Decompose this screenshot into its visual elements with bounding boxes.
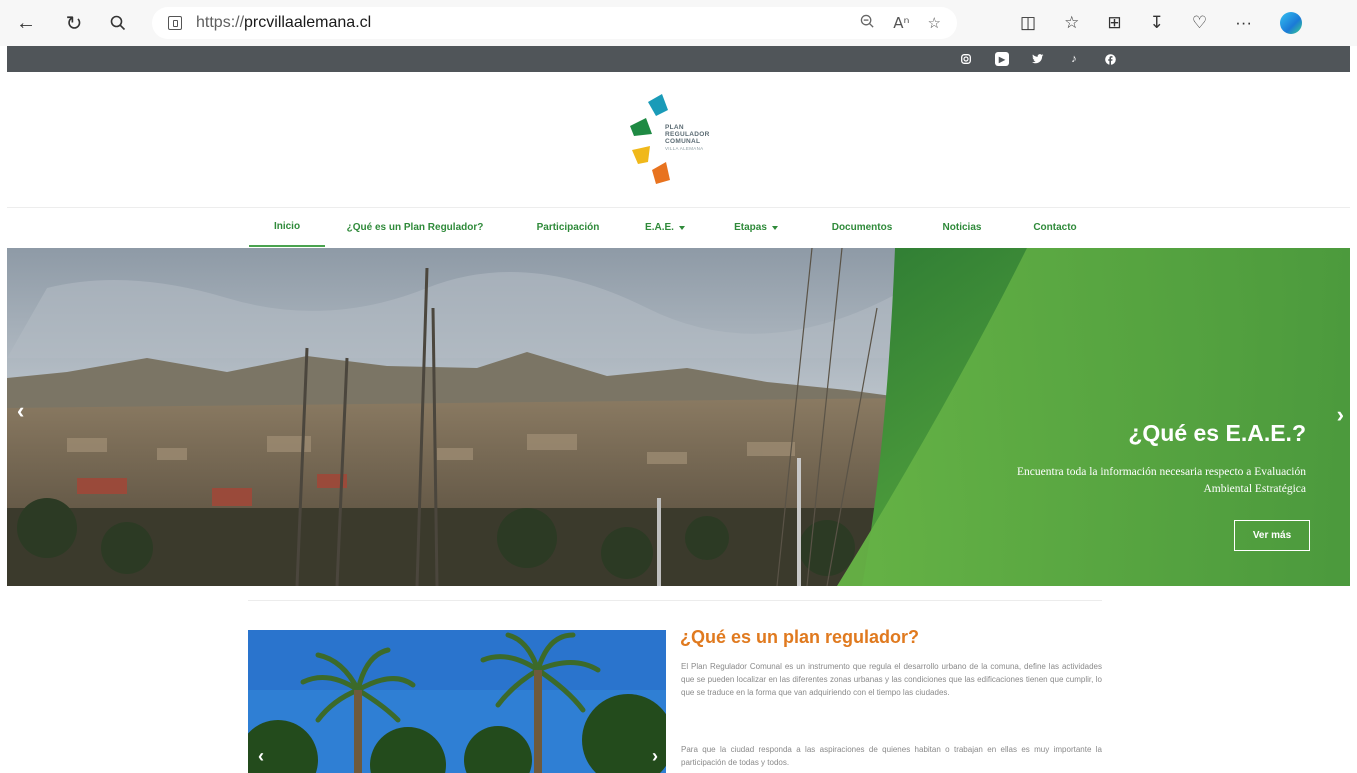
favorite-star-icon[interactable]: ☆ [928,14,941,32]
search-icon[interactable] [102,7,134,39]
nav-item-documentos[interactable]: Documentos [822,208,902,247]
ver-mas-button[interactable]: Ver más [1234,520,1310,551]
logo-line-1: PLAN [665,124,684,131]
logo-wordmark: PLAN REGULADOR COMUNAL VILLA ALEMANA [665,124,710,152]
back-arrow-icon[interactable]: ← [10,7,42,39]
browser-toolbar: ← ↻ https://prcvillaalemana.cl Aⁿ ☆ ◫ ☆ … [0,0,1357,46]
nav-label: Documentos [831,222,893,233]
tiktok-icon[interactable]: ♪ [1067,52,1081,66]
nav-item-contacto[interactable]: Contacto [1022,208,1088,247]
nav-item-inicio[interactable]: Inicio [249,208,325,247]
nav-label: Inicio [273,221,301,232]
plan-regulador-paragraph-1: El Plan Regulador Comunal es un instrume… [681,662,1102,697]
social-bar: ▶ ♪ [7,46,1350,72]
hero-next-arrow[interactable]: › [1337,402,1344,428]
chevron-down-icon [678,225,685,230]
logo-line-3: COMUNAL [665,138,701,145]
nav-label: Participación [536,222,600,233]
split-screen-icon[interactable]: ◫ [1020,13,1036,33]
nav-label: Contacto [1033,222,1077,233]
content-slider: ‹ › [248,630,666,773]
twitter-icon[interactable] [1031,52,1045,66]
plan-regulador-paragraph-2: Para que la ciudad responda a las aspira… [681,745,1102,767]
more-icon[interactable]: ··· [1235,13,1252,33]
refresh-icon[interactable]: ↻ [58,7,90,39]
section-divider [248,600,1102,601]
nav-label: Etapas [734,222,767,233]
facebook-icon[interactable] [1103,52,1117,66]
favorites-list-icon[interactable]: ☆ [1064,13,1079,33]
nav-item-etapas[interactable]: Etapas [726,208,786,247]
content-prev-arrow[interactable]: ‹ [258,746,264,767]
hero-city-photo [7,248,1350,586]
hero-title: ¿Qué es E.A.E.? [1128,420,1306,446]
url-host: prcvillaalemana.cl [244,14,372,31]
address-bar[interactable]: https://prcvillaalemana.cl Aⁿ ☆ [152,7,957,39]
logo-line-4: VILLA ALEMANA [665,146,704,151]
nav-item-que-es-plan-regulador[interactable]: ¿Qué es un Plan Regulador? [345,208,485,247]
chevron-down-icon [771,225,778,230]
url-scheme: https:// [196,14,245,31]
copilot-icon[interactable] [1280,12,1303,34]
browser-health-icon[interactable]: ♡ [1192,13,1207,33]
palm-trees-photo [248,630,666,773]
lock-icon[interactable] [168,16,182,30]
read-aloud-icon[interactable]: Aⁿ [893,14,909,32]
nav-item-noticias[interactable]: Noticias [930,208,994,247]
nav-item-eae[interactable]: E.A.E. [632,208,698,247]
hero-slider: ‹ › ¿Qué es E.A.E.? Encuentra toda la in… [7,248,1350,586]
collections-icon[interactable]: ⊞ [1107,13,1121,33]
content-next-arrow[interactable]: › [652,746,658,767]
plan-regulador-heading: ¿Qué es un plan regulador? [680,627,920,647]
nav-label: Noticias [942,222,982,233]
nav-item-participacion[interactable]: Participación [518,208,618,247]
hero-prev-arrow[interactable]: ‹ [17,398,24,424]
hero-text: Encuentra toda la información necesaria … [1017,466,1306,495]
nav-label: ¿Qué es un Plan Regulador? [346,222,484,233]
nav-label: E.A.E. [645,222,674,233]
youtube-icon[interactable]: ▶ [995,52,1009,66]
logo-line-2: REGULADOR [665,131,710,138]
main-nav: Inicio ¿Qué es un Plan Regulador? Partic… [0,208,1357,248]
zoom-out-icon[interactable] [860,14,875,33]
downloads-icon[interactable]: ↧ [1150,13,1164,33]
instagram-icon[interactable] [959,52,973,66]
